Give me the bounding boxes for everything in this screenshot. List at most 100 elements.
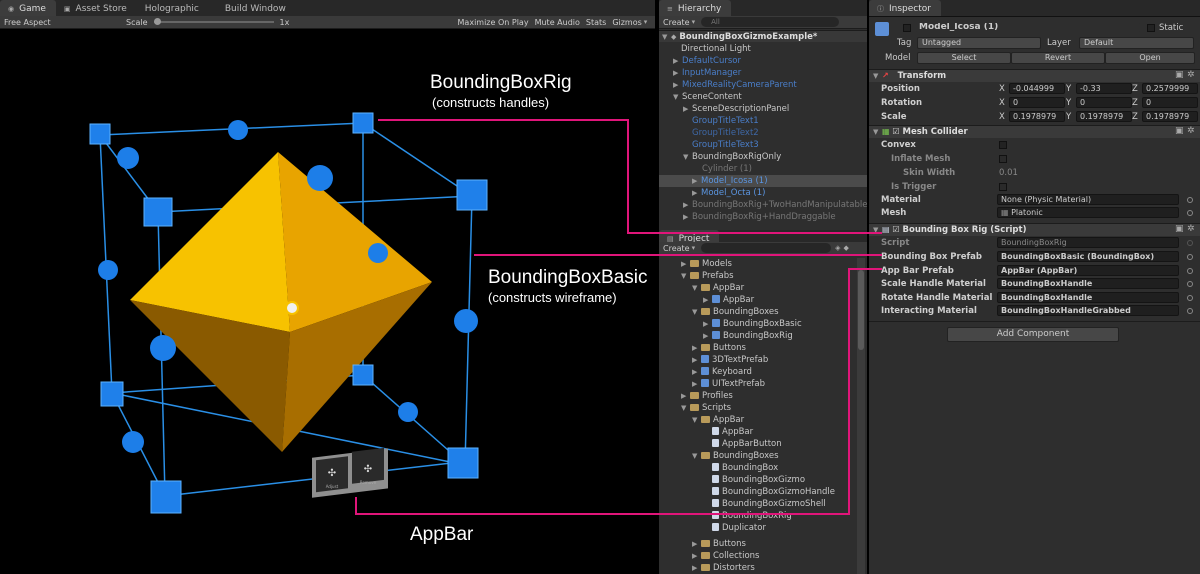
static-checkbox[interactable] bbox=[1147, 24, 1155, 32]
project-item[interactable]: ▶ Keyboard bbox=[692, 366, 752, 378]
inflate-mesh-checkbox[interactable] bbox=[999, 155, 1007, 163]
position-z-field[interactable]: 0.2579999 bbox=[1142, 83, 1198, 94]
layer-dropdown[interactable]: Default bbox=[1079, 37, 1194, 49]
hierarchy-item[interactable]: GroupTitleText2 bbox=[692, 127, 759, 139]
project-scrollbar-thumb[interactable] bbox=[858, 270, 864, 350]
rotation-x-field[interactable]: 0 bbox=[1009, 97, 1065, 108]
hierarchy-item-selected[interactable]: ▶ Model_Icosa (1) bbox=[659, 175, 867, 187]
project-item[interactable]: ▶ UITextPrefab bbox=[692, 378, 765, 390]
position-y-field[interactable]: -0.33 bbox=[1076, 83, 1132, 94]
active-checkbox[interactable] bbox=[903, 24, 911, 32]
hierarchy-item[interactable]: ▶ SceneDescriptionPanel bbox=[683, 103, 789, 115]
tag-dropdown[interactable]: Untagged bbox=[917, 37, 1041, 49]
hierarchy-item[interactable]: Directional Light bbox=[681, 43, 751, 55]
hierarchy-item[interactable]: Cylinder (1) bbox=[702, 163, 752, 175]
project-item[interactable]: ▶ BoundingBoxBasic bbox=[703, 318, 802, 330]
object-name-field[interactable]: Model_Icosa (1) bbox=[915, 22, 1141, 33]
rotation-z-field[interactable]: 0 bbox=[1142, 97, 1198, 108]
project-item[interactable]: ▼ Prefabs bbox=[681, 270, 734, 282]
hierarchy-item[interactable]: GroupTitleText1 bbox=[692, 115, 759, 127]
reference-icon[interactable]: ▣ bbox=[1175, 126, 1184, 136]
tab-game[interactable]: ◉ Game bbox=[0, 0, 56, 16]
enabled-check-icon[interactable]: ☑ bbox=[890, 127, 899, 136]
project-item[interactable]: AppBarButton bbox=[712, 438, 782, 450]
project-item[interactable]: ▶ Profiles bbox=[681, 390, 733, 402]
hierarchy-item[interactable]: ▶ Model_Octa (1) bbox=[692, 187, 765, 199]
gear-icon[interactable]: ✲ bbox=[1187, 126, 1195, 136]
project-item[interactable]: ▼ BoundingBoxes bbox=[692, 306, 779, 318]
position-x-field[interactable]: -0.044999 bbox=[1009, 83, 1065, 94]
project-item[interactable]: BoundingBoxRig bbox=[712, 510, 792, 522]
tab-asset-store[interactable]: ▣ Asset Store bbox=[56, 0, 137, 16]
hierarchy-item[interactable]: ▼ SceneContent bbox=[673, 91, 742, 103]
object-picker-icon[interactable] bbox=[1187, 210, 1193, 216]
object-picker-icon[interactable] bbox=[1187, 308, 1193, 314]
hierarchy-item[interactable]: ▶ BoundingBoxRig+HandDraggable bbox=[683, 211, 836, 223]
mute-audio-toggle[interactable]: Mute Audio bbox=[535, 18, 580, 27]
model-select-button[interactable]: Select bbox=[917, 52, 1011, 64]
gizmos-dropdown[interactable]: Gizmos bbox=[612, 18, 641, 27]
tab-inspector[interactable]: ⓘ Inspector bbox=[869, 0, 941, 16]
rotation-y-field[interactable]: 0 bbox=[1076, 97, 1132, 108]
project-item[interactable]: Duplicator bbox=[712, 522, 766, 534]
material-field[interactable]: None (Physic Material) bbox=[997, 194, 1179, 205]
tab-build-window[interactable]: Build Window bbox=[209, 0, 296, 16]
app-bar-prefab-field[interactable]: AppBar (AppBar) bbox=[997, 265, 1179, 276]
convex-checkbox[interactable] bbox=[999, 141, 1007, 149]
filter-icon[interactable]: ◈ bbox=[835, 244, 840, 252]
gear-icon[interactable]: ✲ bbox=[1187, 70, 1195, 80]
project-item[interactable]: ▶ BoundingBoxRig bbox=[703, 330, 793, 342]
mesh-collider-header[interactable]: ▼ ▦ ☑ Mesh Collider bbox=[869, 125, 1200, 138]
reference-icon[interactable]: ▣ bbox=[1175, 70, 1184, 80]
project-item[interactable]: ▶ AppBar bbox=[703, 294, 754, 306]
project-item[interactable]: BoundingBoxGizmoHandle bbox=[712, 486, 835, 498]
search-input[interactable] bbox=[701, 243, 832, 253]
maximize-on-play-toggle[interactable]: Maximize On Play bbox=[458, 18, 529, 27]
scale-slider-thumb[interactable] bbox=[153, 18, 161, 25]
aspect-dropdown[interactable]: Free Aspect bbox=[4, 18, 114, 27]
project-item[interactable]: BoundingBoxGizmo bbox=[712, 474, 805, 486]
project-item[interactable]: ▼ Scripts bbox=[681, 402, 731, 414]
object-picker-icon[interactable] bbox=[1187, 295, 1193, 301]
object-picker-icon[interactable] bbox=[1187, 281, 1193, 287]
scale-y-field[interactable]: 0.1978979 bbox=[1076, 111, 1132, 122]
project-item[interactable]: ▶ Models bbox=[681, 258, 732, 270]
transform-header[interactable]: ▼ ↗ Transform bbox=[869, 69, 1200, 82]
scale-slider[interactable] bbox=[153, 18, 274, 25]
object-picker-icon[interactable] bbox=[1187, 254, 1193, 260]
hierarchy-item[interactable]: ▼ BoundingBoxRigOnly bbox=[683, 151, 781, 163]
scene-header[interactable]: ▼ ◆ BoundingBoxGizmoExample* bbox=[659, 30, 867, 42]
enabled-check-icon[interactable]: ☑ bbox=[890, 225, 899, 234]
project-item[interactable]: ▶ Buttons bbox=[692, 538, 746, 550]
bounding-box-prefab-field[interactable]: BoundingBoxBasic (BoundingBox) bbox=[997, 251, 1179, 262]
hierarchy-item[interactable]: ▶ BoundingBoxRig+TwoHandManipulatable bbox=[683, 199, 867, 211]
interacting-material-field[interactable]: BoundingBoxHandleGrabbed bbox=[997, 305, 1179, 316]
project-item[interactable]: ▼ BoundingBoxes bbox=[692, 450, 779, 462]
model-open-button[interactable]: Open bbox=[1105, 52, 1195, 64]
is-trigger-checkbox[interactable] bbox=[999, 183, 1007, 191]
create-dropdown[interactable]: Create bbox=[663, 18, 690, 27]
stats-toggle[interactable]: Stats bbox=[586, 18, 606, 27]
bounding-box-rig-header[interactable]: ▼ ▤ ☑ Bounding Box Rig (Script) bbox=[869, 223, 1200, 236]
project-item[interactable]: ▶ Collections bbox=[692, 550, 759, 562]
gear-icon[interactable]: ✲ bbox=[1187, 224, 1195, 234]
create-dropdown[interactable]: Create bbox=[663, 244, 690, 253]
object-picker-icon[interactable] bbox=[1187, 268, 1193, 274]
project-item[interactable]: AppBar bbox=[712, 426, 753, 438]
scale-z-field[interactable]: 0.1978979 bbox=[1142, 111, 1198, 122]
tab-hierarchy[interactable]: ≡ Hierarchy bbox=[659, 0, 732, 16]
hierarchy-item[interactable]: ▶ DefaultCursor bbox=[673, 55, 741, 67]
add-component-button[interactable]: Add Component bbox=[947, 327, 1119, 342]
object-picker-icon[interactable] bbox=[1187, 197, 1193, 203]
hierarchy-item[interactable]: ▶ MixedRealityCameraParent bbox=[673, 79, 797, 91]
mesh-field[interactable]: ▦ Platonic bbox=[997, 207, 1179, 218]
project-item[interactable]: ▼ AppBar bbox=[692, 414, 744, 426]
project-item[interactable]: ▶ Distorters bbox=[692, 562, 755, 574]
rotate-handle-material-field[interactable]: BoundingBoxHandle bbox=[997, 292, 1179, 303]
scale-x-field[interactable]: 0.1978979 bbox=[1009, 111, 1065, 122]
scale-handle-material-field[interactable]: BoundingBoxHandle bbox=[997, 278, 1179, 289]
label-icon[interactable]: ◆ bbox=[844, 244, 849, 252]
reference-icon[interactable]: ▣ bbox=[1175, 224, 1184, 234]
project-item[interactable]: ▶ Buttons bbox=[692, 342, 746, 354]
project-item[interactable]: ▶ 3DTextPrefab bbox=[692, 354, 768, 366]
